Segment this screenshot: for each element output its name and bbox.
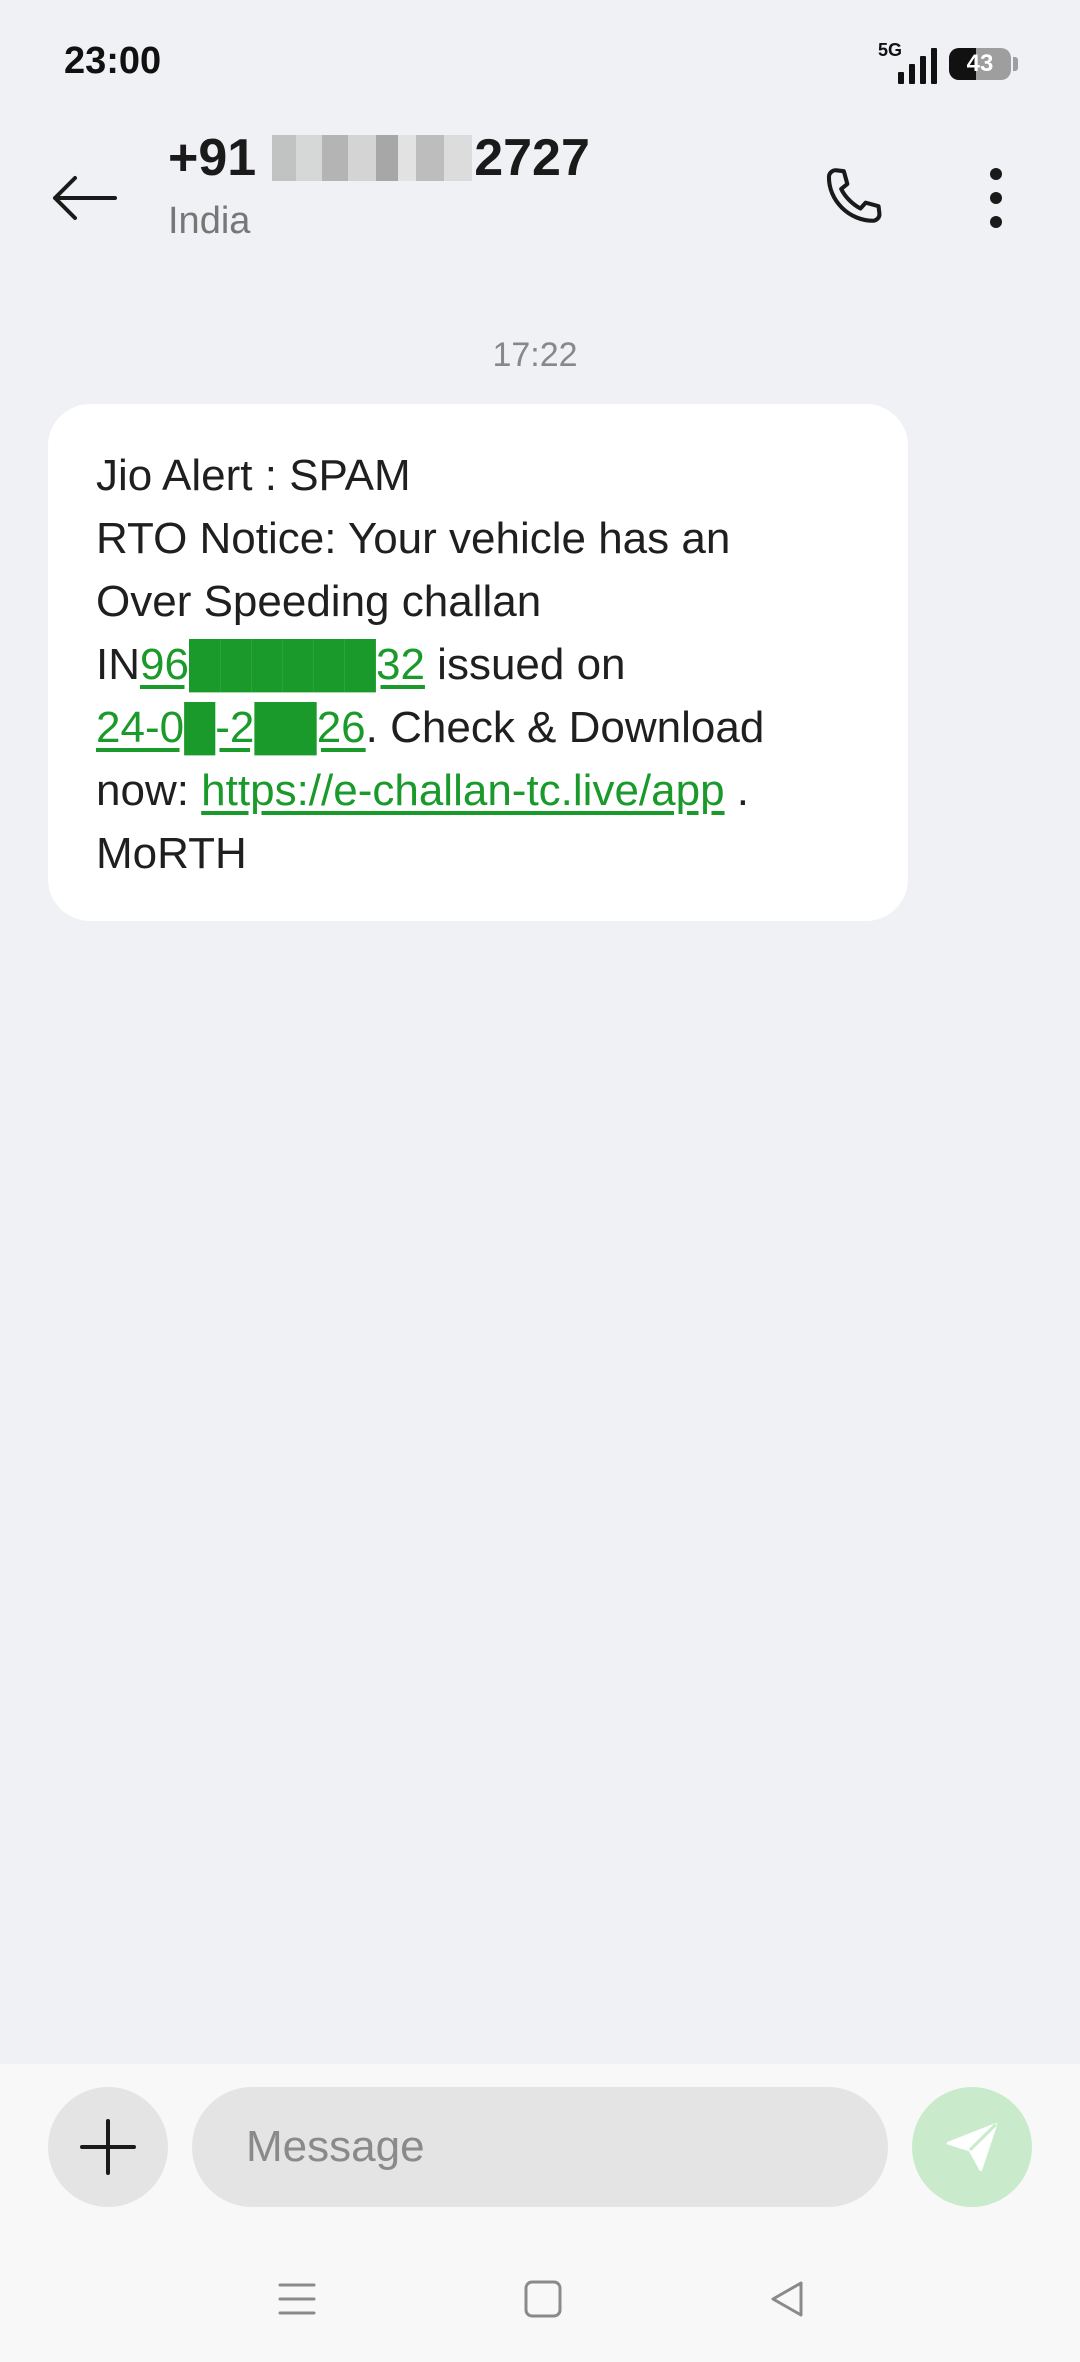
- check-download-text: . Check & Download: [365, 703, 765, 752]
- contact-prefix: +91: [168, 129, 257, 187]
- more-options-button[interactable]: [944, 146, 1048, 250]
- challan-prefix: IN: [96, 640, 140, 689]
- battery-tip: [1013, 57, 1018, 71]
- date-link[interactable]: 24-0█-2██26: [96, 703, 366, 752]
- message-bubble[interactable]: Jio Alert : SPAM RTO Notice: Your vehicl…: [48, 404, 908, 921]
- battery-icon: 43: [949, 48, 1011, 80]
- message-line: Jio Alert : SPAM: [96, 451, 411, 500]
- contact-subtitle: India: [168, 200, 251, 242]
- url-suffix: .: [724, 766, 750, 815]
- challan-number-link[interactable]: 96██████32: [140, 640, 425, 689]
- status-time: 23:00: [64, 40, 162, 82]
- status-icons: 5G 43: [878, 40, 1018, 84]
- contact-suffix: 2727: [474, 129, 590, 187]
- add-attachment-button[interactable]: [48, 2087, 168, 2207]
- battery-level: 43: [966, 50, 994, 77]
- message-line: RTO Notice: Your vehicle has an: [96, 514, 731, 563]
- message-input[interactable]: [192, 2087, 888, 2207]
- message-line: now: https://e-challan-tc.live/app .: [96, 759, 860, 822]
- message-line: Over Speeding challan: [96, 577, 542, 626]
- contact-number[interactable]: +91 2727: [168, 128, 590, 188]
- issued-text: issued on: [424, 640, 626, 689]
- message-line: MoRTH: [96, 829, 247, 878]
- plus-icon: [80, 2119, 136, 2175]
- more-vert-icon: [990, 168, 1002, 228]
- call-button[interactable]: [800, 146, 904, 250]
- recents-button[interactable]: [252, 2254, 342, 2344]
- message-line: 24-0█-2██26. Check & Download: [96, 696, 860, 759]
- now-text: now:: [96, 766, 202, 815]
- system-back-button[interactable]: [742, 2254, 832, 2344]
- conversation-header: +91 2727 India: [0, 120, 1080, 270]
- masked-number: [272, 135, 473, 181]
- url-link[interactable]: https://e-challan-tc.live/app: [201, 766, 724, 815]
- message-timestamp: 17:22: [492, 336, 578, 374]
- back-button[interactable]: [36, 150, 132, 246]
- network-type: 5G: [878, 40, 903, 60]
- home-button[interactable]: [498, 2254, 588, 2344]
- back-icon: [771, 2281, 803, 2317]
- back-arrow-icon: [53, 176, 117, 220]
- send-icon: [946, 2123, 998, 2171]
- recents-icon: [278, 2283, 316, 2315]
- system-nav-bar: [0, 2236, 1080, 2362]
- phone-icon: [826, 168, 882, 223]
- message-line: IN96██████32 issued on: [96, 633, 860, 696]
- home-icon: [524, 2280, 562, 2318]
- status-bar: 23:00 5G 43: [0, 0, 1080, 120]
- send-button[interactable]: [912, 2087, 1032, 2207]
- signal-icon: 5G: [878, 40, 937, 84]
